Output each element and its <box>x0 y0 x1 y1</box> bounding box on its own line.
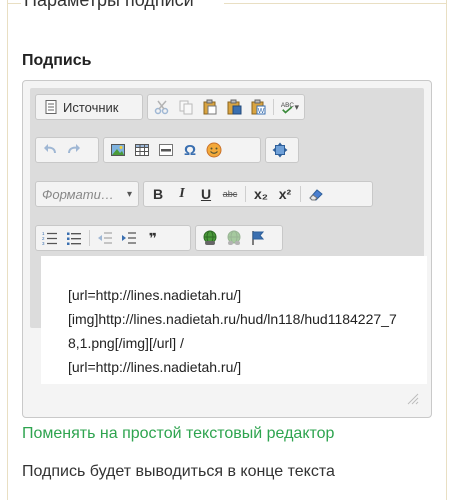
toolbar-group-undo <box>35 137 99 163</box>
spellcheck-icon: ABC <box>281 102 295 114</box>
outdent-icon <box>98 232 112 244</box>
unlink-icon <box>227 230 241 245</box>
toolbar-group-insert: Ω <box>103 137 261 163</box>
link-button[interactable] <box>199 227 221 249</box>
source-label: Источник <box>63 99 119 115</box>
quote-icon: ❞ <box>148 229 158 246</box>
bold-icon: B <box>152 186 164 202</box>
underline-button[interactable]: U <box>195 183 217 205</box>
redo-button[interactable] <box>63 139 85 161</box>
strike-icon: abc <box>222 189 238 199</box>
chevron-down-icon: ▾ <box>294 101 299 112</box>
svg-text:3: 3 <box>42 241 45 246</box>
image-button[interactable] <box>107 139 129 161</box>
table-icon <box>135 144 149 156</box>
cut-icon <box>154 100 169 115</box>
toolbar-separator <box>273 99 274 115</box>
strike-button[interactable]: abc <box>219 183 241 205</box>
editor-content-text: [url=http://lines.nadietah.ru/] [img]htt… <box>68 287 397 375</box>
paste-text-icon <box>227 99 242 115</box>
remove-format-button[interactable] <box>305 183 327 205</box>
undo-icon <box>44 144 56 154</box>
paste-word-icon: W <box>251 99 266 115</box>
horizontal-rule-button[interactable] <box>155 139 177 161</box>
toolbar-group-document: Источник <box>35 94 143 120</box>
numbered-list-icon: 1 2 3 <box>42 231 57 246</box>
format-select[interactable]: Формати… ▾ <box>35 181 139 207</box>
table-button[interactable] <box>131 139 153 161</box>
paste-word-button[interactable]: W <box>247 96 269 118</box>
superscript-icon: x² <box>278 186 292 202</box>
remove-format-icon <box>309 189 323 201</box>
toolbar-group-clipboard: W ABC ▾ <box>147 94 305 120</box>
paste-text-button[interactable] <box>223 96 245 118</box>
signature-hint: Подпись будет выводиться в конце текста <box>22 463 335 480</box>
toolbar-separator <box>300 186 301 202</box>
special-char-button[interactable]: Ω <box>179 139 201 161</box>
superscript-button[interactable]: x² <box>274 183 296 205</box>
maximize-button[interactable] <box>269 139 291 161</box>
indent-icon <box>122 232 136 244</box>
paste-button[interactable] <box>199 96 221 118</box>
paste-icon <box>203 99 217 115</box>
hr-icon <box>159 144 173 156</box>
spellcheck-button[interactable]: ABC ▾ <box>278 96 301 118</box>
copy-button[interactable] <box>175 96 197 118</box>
signature-label: Подпись <box>22 52 92 69</box>
subscript-icon: x₂ <box>253 186 268 202</box>
fieldset-legend: Параметры подписи <box>22 0 196 11</box>
link-icon <box>203 230 217 245</box>
numbered-list-button[interactable]: 1 2 3 <box>39 227 61 249</box>
editor-toolbar: Источник W ABC ▾ Ω Формати… ▾ B I U abc … <box>30 88 427 384</box>
switch-editor-link[interactable]: Поменять на простой текстовый редактор <box>22 425 334 443</box>
italic-button[interactable]: I <box>171 183 193 205</box>
editor-content-area[interactable]: [url=http://lines.nadietah.ru/] [img]htt… <box>41 256 427 384</box>
anchor-icon <box>252 231 265 245</box>
redo-icon <box>68 144 80 154</box>
svg-text:W: W <box>258 108 265 115</box>
undo-button[interactable] <box>39 139 61 161</box>
special-char-icon: Ω <box>183 141 197 159</box>
source-button[interactable]: Источник <box>39 96 123 118</box>
indent-button[interactable] <box>118 227 140 249</box>
subscript-button[interactable]: x₂ <box>250 183 272 205</box>
rich-text-editor: Источник W ABC ▾ Ω Формати… ▾ B I U abc … <box>22 80 432 418</box>
smiley-button[interactable] <box>203 139 225 161</box>
bulleted-list-button[interactable] <box>63 227 85 249</box>
bold-button[interactable]: B <box>147 183 169 205</box>
toolbar-separator <box>245 186 246 202</box>
unlink-button[interactable] <box>223 227 245 249</box>
source-icon <box>45 100 57 114</box>
maximize-icon <box>272 142 288 158</box>
chevron-down-icon: ▾ <box>126 188 132 200</box>
bulleted-list-icon <box>67 232 81 245</box>
image-icon <box>111 144 125 156</box>
blockquote-button[interactable]: ❞ <box>142 227 164 249</box>
underline-icon: U <box>200 186 212 202</box>
toolbar-group-paragraph: 1 2 3 ❞ <box>35 225 191 251</box>
outdent-button[interactable] <box>94 227 116 249</box>
svg-text:ABC: ABC <box>281 102 295 109</box>
smiley-icon <box>206 142 222 158</box>
copy-icon <box>179 100 193 115</box>
toolbar-group-basic-styles: B I U abc x₂ x² <box>143 181 373 207</box>
format-select-value: Формати… <box>42 186 114 202</box>
toolbar-group-links <box>195 225 283 251</box>
cut-button[interactable] <box>151 96 173 118</box>
toolbar-group-tools <box>265 137 299 163</box>
anchor-button[interactable] <box>247 227 269 249</box>
toolbar-separator <box>89 230 90 246</box>
italic-icon: I <box>179 186 185 201</box>
resize-handle-icon[interactable] <box>407 393 419 405</box>
